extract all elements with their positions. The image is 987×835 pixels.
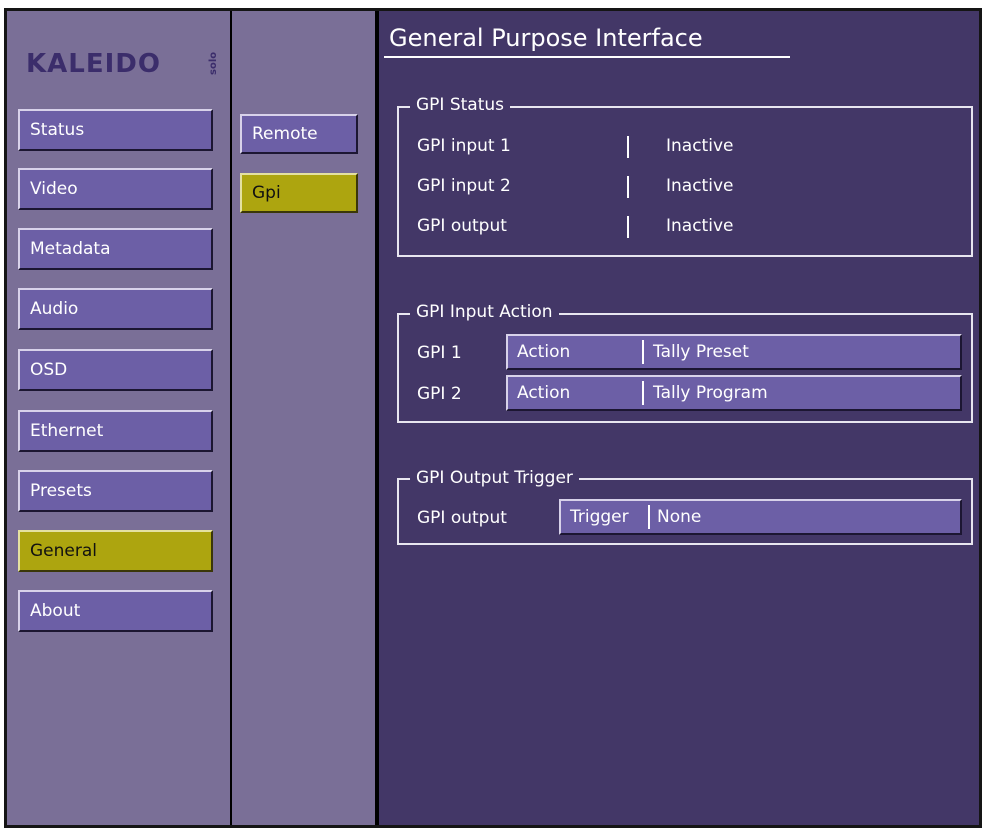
trigger-field-label: Trigger (570, 507, 629, 527)
gpi-output-trigger-title: GPI Output Trigger (410, 468, 579, 488)
gpi-1-label: GPI 1 (417, 343, 462, 363)
nav-video-button[interactable]: Video (18, 168, 213, 210)
nav-presets-button[interactable]: Presets (18, 470, 213, 512)
gpi-output-trigger-label: GPI output (417, 508, 507, 528)
page-title: General Purpose Interface (389, 24, 703, 52)
subnav-gpi-button[interactable]: Gpi (240, 173, 358, 213)
title-underline (384, 56, 790, 58)
nav-ethernet-button[interactable]: Ethernet (18, 410, 213, 452)
gpi-status-title: GPI Status (410, 95, 511, 115)
gpi-1-action-value: Tally Preset (653, 342, 749, 362)
gpi-2-action-value: Tally Program (653, 383, 768, 403)
nav-about-button[interactable]: About (18, 590, 213, 632)
field-separator (642, 381, 644, 405)
nav-metadata-button[interactable]: Metadata (18, 228, 213, 270)
logo-text: KALEIDO (26, 49, 161, 79)
gpi-input-action-title: GPI Input Action (410, 302, 559, 322)
field-separator (642, 340, 644, 364)
gpi-input-1-status: Inactive (666, 136, 734, 156)
gpi-2-label: GPI 2 (417, 384, 462, 404)
trigger-value: None (657, 507, 702, 527)
gpi-input-2-status: Inactive (666, 176, 734, 196)
nav-general-button[interactable]: General (18, 530, 213, 572)
nav-status-button[interactable]: Status (18, 109, 213, 151)
gpi-1-action-select[interactable]: Action Tally Preset (506, 334, 962, 370)
kaleido-logo: KALEIDO solo (16, 27, 224, 79)
logo-subtext: solo (208, 51, 219, 75)
separator (627, 136, 629, 158)
nav-audio-button[interactable]: Audio (18, 288, 213, 330)
gpi-output-label: GPI output (417, 216, 507, 236)
separator (627, 176, 629, 198)
gpi-input-2-label: GPI input 2 (417, 176, 511, 196)
gpi-output-status: Inactive (666, 216, 734, 236)
field-separator (648, 505, 650, 529)
subnav-remote-button[interactable]: Remote (240, 114, 358, 154)
gpi-input-1-label: GPI input 1 (417, 136, 511, 156)
gpi-output-trigger-select[interactable]: Trigger None (559, 499, 962, 535)
separator (627, 216, 629, 238)
nav-osd-button[interactable]: OSD (18, 349, 213, 391)
gpi-2-field-label: Action (517, 383, 571, 403)
gpi-1-field-label: Action (517, 342, 571, 362)
gpi-2-action-select[interactable]: Action Tally Program (506, 375, 962, 411)
